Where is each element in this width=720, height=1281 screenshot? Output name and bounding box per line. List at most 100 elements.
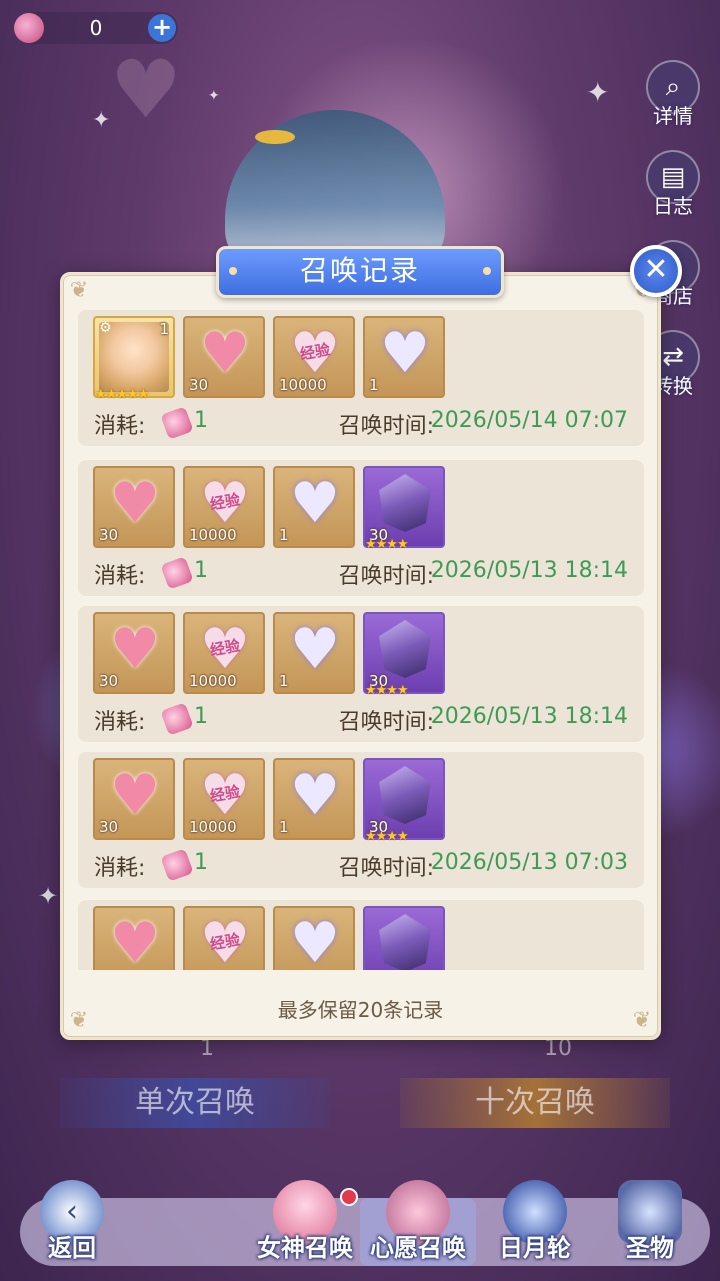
wish-ticket-icon [160, 556, 194, 590]
item-quantity: 30 [99, 672, 119, 690]
reward-item-exp-heart[interactable]: ♥ 经验 [183, 906, 265, 970]
silver-heart-icon: ♥ [379, 321, 431, 386]
reward-item-exp-heart[interactable]: ♥ 经验 10000 [183, 758, 265, 840]
reward-item-exp-heart[interactable]: ♥ 经验 10000 [183, 466, 265, 548]
wish-ticket-icon [14, 13, 44, 43]
details-label: 详情 [653, 104, 693, 128]
silver-heart-icon: ♥ [289, 911, 341, 971]
exp-heart-icon: ♥ 经验 [199, 763, 251, 828]
reward-item-portrait[interactable]: ⚙ 1 ★★★★★ [93, 316, 175, 402]
gear-icon: ⚙ [99, 320, 112, 336]
back-label: 返回 [48, 1234, 96, 1262]
wish-ticket-icon [160, 406, 194, 440]
footer-note: 最多保留20条记录 [277, 998, 444, 1022]
star-rating: ★★★★★ [95, 387, 149, 402]
tab-relic[interactable]: 圣物 [610, 1180, 690, 1270]
reward-item-crystal[interactable]: 30 ★★★★ [363, 612, 445, 698]
close-icon: ✕ [643, 252, 669, 287]
reward-item-heart-silver[interactable]: ♥ 1 [363, 316, 445, 398]
reward-item-exp-heart[interactable]: ♥ 经验 10000 [273, 316, 355, 398]
crystal-icon [379, 474, 431, 532]
item-quantity: 1 [279, 818, 289, 836]
record-row: ⚙ 1 ★★★★★ ♥ 30 ♥ 经验 10000 ♥ 1 消耗: 1 召唤时间: 2026/05/14 … [78, 310, 644, 446]
plus-icon[interactable]: + [148, 14, 176, 42]
item-quantity: 1 [279, 526, 289, 544]
tab-sun-moon-wheel[interactable]: 日月轮 [490, 1180, 580, 1270]
exp-heart-icon: ♥ 经验 [199, 617, 251, 682]
summon-time: 2026/05/13 18:14 [430, 704, 628, 729]
star-rating: ★★★★ [365, 829, 409, 844]
sparkle-icon: ✦ [586, 76, 610, 109]
currency-value: 0 [89, 16, 103, 40]
pink-heart-icon: ♥ [199, 321, 251, 386]
silver-heart-icon: ♥ [289, 471, 341, 536]
tab-relic-label: 圣物 [626, 1234, 674, 1262]
log-button[interactable]: ▤ 日志 [640, 150, 706, 218]
reward-item-heart-silver[interactable]: ♥ 1 [273, 758, 355, 840]
exp-label: 经验 [208, 490, 242, 514]
crystal-icon [379, 766, 431, 824]
star-rating: ★★★★ [365, 683, 409, 698]
tab-wish-summon[interactable]: 心愿召唤 [360, 1180, 476, 1266]
exp-label: 经验 [208, 782, 242, 806]
item-quantity: 10000 [279, 376, 327, 394]
title-ornament-icon [229, 267, 237, 275]
cost-value: 1 [194, 558, 208, 583]
cost-label: 消耗: [94, 710, 146, 735]
record-info: 消耗: 1 召唤时间: 2026/05/13 07:03 [94, 848, 628, 882]
title-ornament-icon [483, 267, 491, 275]
record-info: 消耗: 1 召唤时间: 2026/05/13 18:14 [94, 556, 628, 590]
summon-time: 2026/05/13 18:14 [430, 558, 628, 583]
reward-item-heart-silver[interactable]: ♥ 1 [273, 466, 355, 548]
exp-heart-icon: ♥ 经验 [199, 471, 251, 536]
record-row: ♥ ♥ 经验 ♥ [78, 900, 644, 970]
reward-item-heart-silver[interactable]: ♥ 1 [273, 612, 355, 694]
silver-heart-icon: ♥ [289, 763, 341, 828]
pink-heart-icon: ♥ [109, 911, 161, 971]
reward-item-crystal[interactable]: 30 ★★★★ [363, 466, 445, 552]
tab-goddess-summon-label: 女神召唤 [257, 1234, 353, 1262]
details-button[interactable]: ⌕ 详情 [640, 60, 706, 128]
exp-heart-icon: ♥ 经验 [199, 911, 251, 971]
exp-heart-icon: ♥ 经验 [289, 321, 341, 386]
reward-item-heart-pink[interactable]: ♥ 30 [93, 612, 175, 694]
reward-item-heart-pink[interactable]: ♥ 30 [93, 758, 175, 840]
tab-sun-moon-wheel-label: 日月轮 [499, 1234, 571, 1262]
record-row: ♥ 30 ♥ 经验 10000 ♥ 1 30 ★★★★ 消耗: 1 召唤时间: 2026/05/13 1… [78, 460, 644, 596]
item-quantity: 30 [99, 818, 119, 836]
cost-value: 1 [194, 850, 208, 875]
cost-label: 消耗: [94, 564, 146, 589]
ten-summon-button[interactable]: 十次召唤 [400, 1078, 670, 1128]
log-label: 日志 [653, 194, 693, 218]
reward-item-exp-heart[interactable]: ♥ 经验 10000 [183, 612, 265, 694]
dialog-title: 召唤记录 [216, 246, 504, 298]
cost-value: 1 [194, 704, 208, 729]
record-row: ♥ 30 ♥ 经验 10000 ♥ 1 30 ★★★★ 消耗: 1 召唤时间: 2026/05/13 1… [78, 606, 644, 742]
reward-item-crystal[interactable]: 30 ★★★★ [363, 758, 445, 844]
reward-item-crystal[interactable] [363, 906, 445, 970]
record-list[interactable]: ⚙ 1 ★★★★★ ♥ 30 ♥ 经验 10000 ♥ 1 消耗: 1 召唤时间: 2026/05/14 … [78, 310, 644, 970]
pink-heart-icon: ♥ [109, 763, 161, 828]
reward-item-heart-pink[interactable]: ♥ [93, 906, 175, 970]
back-button[interactable]: ‹ 返回 [32, 1180, 112, 1270]
reward-item-heart-pink[interactable]: ♥ 30 [183, 316, 265, 398]
cost-value: 1 [194, 408, 208, 433]
reward-item-heart-pink[interactable]: ♥ 30 [93, 466, 175, 548]
silver-heart-icon: ♥ [289, 617, 341, 682]
item-quantity: 30 [99, 526, 119, 544]
close-button[interactable]: ✕ [630, 245, 682, 297]
time-label: 召唤时间: [338, 710, 434, 735]
single-summon-button[interactable]: 单次召唤 [60, 1078, 330, 1128]
crystal-icon [379, 620, 431, 678]
sparkle-icon: ✦ [92, 108, 111, 133]
summon-time: 2026/05/14 07:07 [430, 408, 628, 433]
wish-ticket-icon [160, 848, 194, 882]
exp-label: 经验 [298, 340, 332, 364]
wish-ticket-icon [160, 702, 194, 736]
item-quantity: 10000 [189, 526, 237, 544]
item-quantity: 10000 [189, 672, 237, 690]
record-info: 消耗: 1 召唤时间: 2026/05/14 07:07 [94, 406, 628, 440]
star-rating: ★★★★ [365, 537, 409, 552]
reward-item-heart-silver[interactable]: ♥ [273, 906, 355, 970]
time-label: 召唤时间: [338, 414, 434, 439]
